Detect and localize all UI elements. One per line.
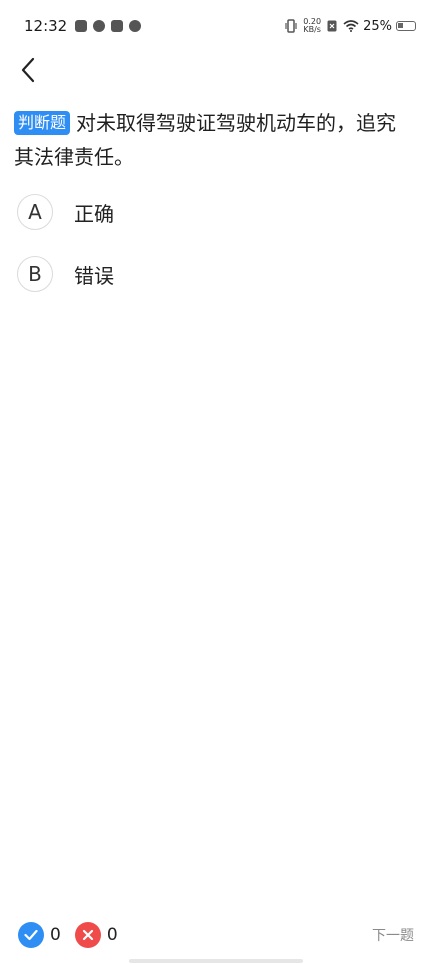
status-right: 0.20 KB/s 25% [285, 18, 416, 34]
vibrate-icon [285, 19, 297, 33]
correct-count: 0 [50, 925, 61, 945]
question-text: 对未取得驾驶证驾驶机动车的，追究其法律责任。 [14, 111, 397, 169]
option-a[interactable]: A 正确 [17, 194, 114, 230]
question: 判断题 对未取得驾驶证驾驶机动车的，追究其法律责任。 [14, 106, 414, 174]
question-type-badge: 判断题 [14, 111, 71, 135]
wrong-x-icon [74, 922, 101, 948]
sim-off-icon [327, 20, 337, 32]
correct-check-icon [18, 922, 44, 948]
chevron-left-icon [21, 57, 35, 83]
score-group: 0 0 [18, 922, 132, 948]
battery-percent: 25% [363, 18, 392, 34]
battery-icon [396, 21, 416, 31]
option-b[interactable]: B 错误 [17, 256, 114, 292]
option-label: 错误 [74, 263, 114, 288]
app-notification-icon [111, 20, 124, 32]
check-notification-icon [93, 20, 106, 32]
home-indicator[interactable] [129, 959, 303, 963]
status-time: 12:32 [24, 17, 68, 35]
net-speed-unit: KB/s [303, 25, 321, 34]
option-letter-circle: B [17, 256, 53, 292]
wrong-count: 0 [106, 925, 118, 945]
status-left: 12:32 [24, 17, 147, 35]
status-bar: 12:32 0.20 KB/s 25% [0, 0, 432, 52]
wifi-icon [343, 20, 359, 32]
option-letter-circle: A [17, 194, 53, 230]
next-question-button[interactable]: 下一题 [372, 925, 414, 945]
net-speed: 0.20 KB/s [303, 18, 321, 34]
back-button[interactable] [14, 54, 42, 86]
bottom-bar: 0 0 下一题 [0, 915, 432, 955]
wechat-notification-icon [129, 20, 142, 32]
option-label: 正确 [74, 201, 114, 226]
mail-notification-icon [75, 20, 88, 32]
